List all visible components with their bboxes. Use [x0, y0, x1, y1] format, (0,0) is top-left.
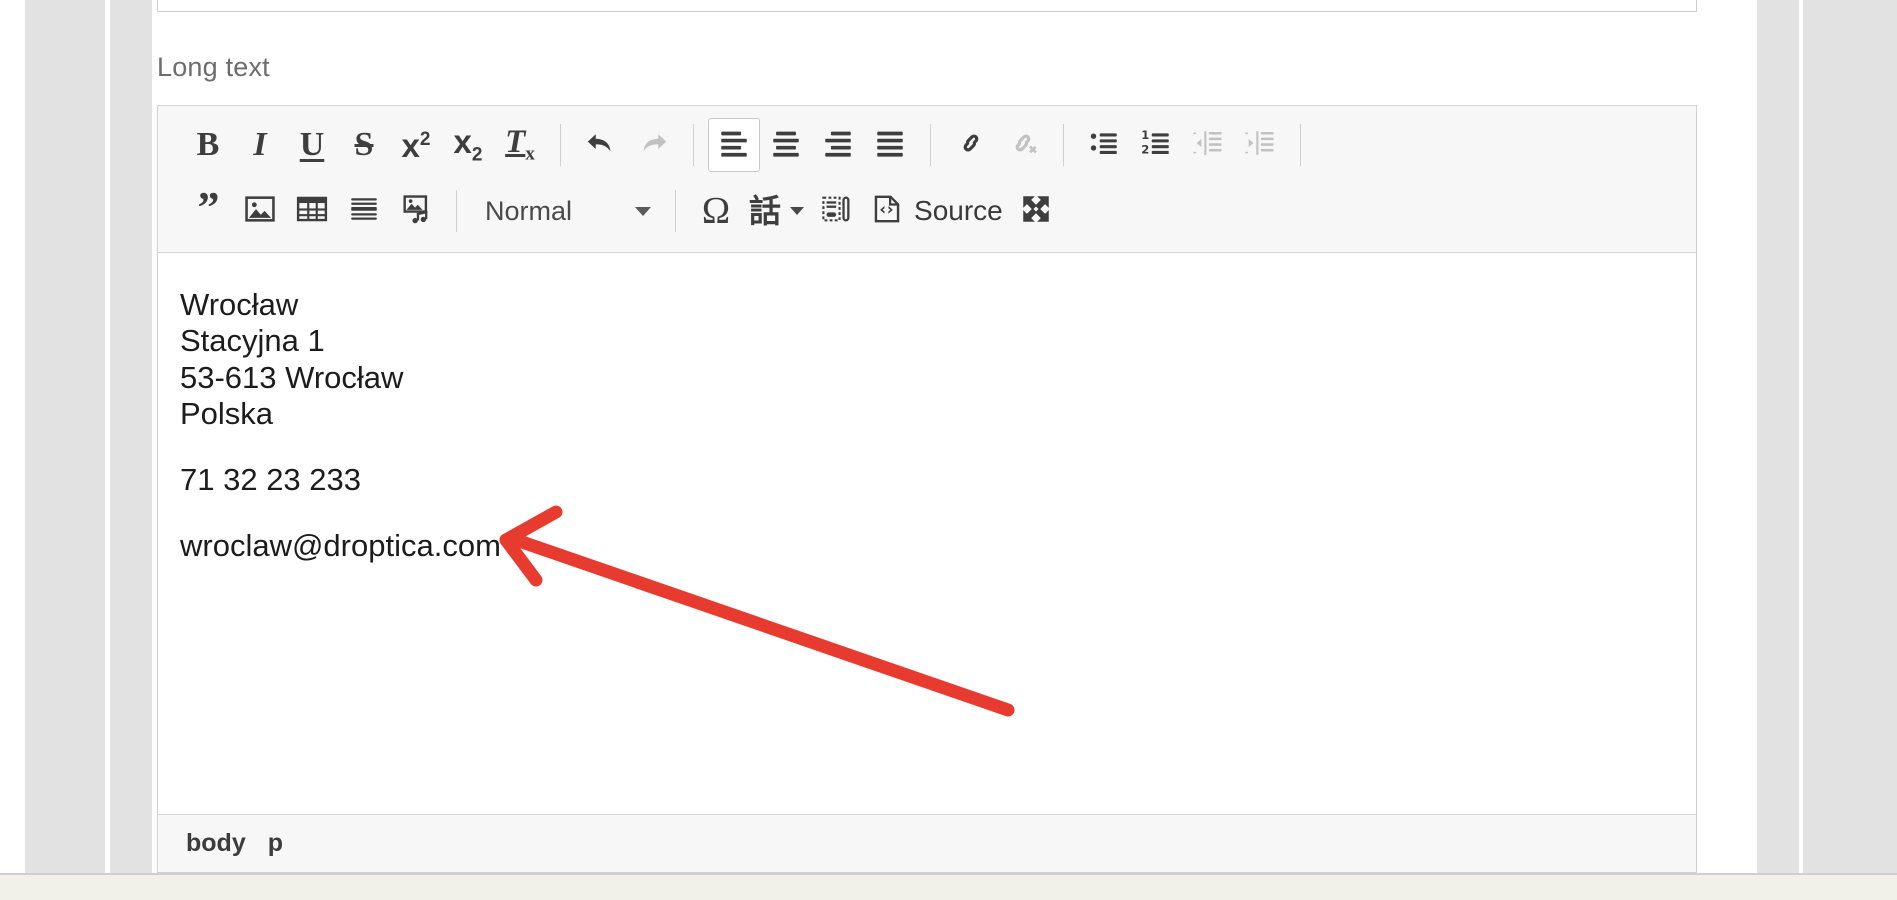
- left-gray-panel-inner: [110, 0, 152, 873]
- table-icon[interactable]: [286, 184, 338, 238]
- link-icon[interactable]: [945, 118, 997, 172]
- field-label-long-text: Long text: [157, 52, 270, 82]
- strike-glyph: S: [354, 126, 374, 163]
- maximize-glyph: [1019, 192, 1053, 231]
- templates-glyph: [820, 192, 854, 231]
- align-left-icon[interactable]: [708, 118, 760, 172]
- undo-glyph: [583, 125, 619, 166]
- editor-text-line: 71 32 23 233: [180, 462, 362, 498]
- format-select-value: Normal: [485, 195, 573, 226]
- editor-paragraph[interactable]: Wrocław Stacyjna 1 53-613 Wrocław Polska: [180, 287, 1696, 432]
- image-icon[interactable]: [234, 184, 286, 238]
- align-center-glyph: [769, 126, 803, 165]
- editor-text-line: Wrocław: [180, 287, 299, 322]
- special-character-icon[interactable]: Ω: [690, 184, 742, 238]
- indent-icon: [1234, 118, 1286, 172]
- editor-text-line: wroclaw@droptica.com: [180, 528, 501, 564]
- redo-glyph: [635, 125, 671, 166]
- italic-icon[interactable]: I: [234, 118, 286, 172]
- align-justify-icon[interactable]: [864, 118, 916, 172]
- source-label: Source: [914, 195, 1003, 226]
- svg-text:1: 1: [1141, 128, 1149, 142]
- maximize-icon[interactable]: [1010, 184, 1062, 238]
- blockquote-glyph: ”: [197, 182, 220, 232]
- media-embed-glyph: [399, 192, 433, 231]
- align-center-icon[interactable]: [760, 118, 812, 172]
- toolbar-separator: [1063, 124, 1064, 166]
- right-gray-panel-inner: [1757, 0, 1799, 873]
- toolbar-row-1[interactable]: B I U Sx2 x2 Tx 1 2: [164, 112, 1690, 178]
- bold-glyph: B: [196, 126, 220, 163]
- horizontal-rule-icon[interactable]: [338, 184, 390, 238]
- table-glyph: [295, 192, 329, 231]
- toolbar-separator: [693, 124, 694, 166]
- editor-text-line: Polska: [180, 395, 274, 431]
- numbered-list-glyph: 12: [1139, 126, 1173, 165]
- italic-glyph: I: [253, 126, 267, 163]
- ckeditor-editable-area[interactable]: Wrocław Stacyjna 1 53-613 Wrocław Polska 71 …: [158, 253, 1696, 749]
- superscript-icon[interactable]: x2: [390, 118, 442, 172]
- unlink-icon: [997, 118, 1049, 172]
- strikethrough-icon[interactable]: S: [338, 118, 390, 172]
- toolbar-separator: [456, 190, 457, 232]
- right-gray-panel-outer: [1803, 0, 1897, 873]
- unlink-glyph: [1006, 126, 1040, 165]
- toolbar-separator: [560, 124, 561, 166]
- editor-text-line: Stacyjna 1: [180, 323, 325, 359]
- align-left-glyph: [717, 126, 751, 165]
- undo-icon[interactable]: [575, 118, 627, 172]
- ckeditor-toolbar[interactable]: B I U Sx2 x2 Tx 1 2 ” Normal Ω 話 Source: [158, 106, 1696, 253]
- bold-icon[interactable]: B: [182, 118, 234, 172]
- remove-format-glyph: Tx: [505, 124, 535, 165]
- horizontal-rule-glyph: [347, 192, 381, 231]
- svg-text:2: 2: [1141, 142, 1149, 156]
- underline-glyph: U: [299, 126, 325, 163]
- paragraph-format-select[interactable]: Normal: [471, 187, 661, 235]
- chevron-down-icon: [790, 207, 805, 215]
- form-content-column: Long text B I U Sx2 x2 Tx 1 2 ” Normal Ω 話 Source W…: [152, 0, 1757, 873]
- chevron-down-icon: [635, 206, 651, 216]
- toolbar-row-2[interactable]: ” Normal Ω 話 Source: [164, 178, 1690, 244]
- subscript-icon[interactable]: x2: [442, 118, 494, 172]
- bulleted-list-glyph: [1087, 126, 1121, 165]
- templates-icon[interactable]: [811, 184, 863, 238]
- redo-icon: [627, 118, 679, 172]
- editor-paragraph[interactable]: wroclaw@droptica.com: [180, 528, 1696, 564]
- elements-path-body[interactable]: body: [186, 829, 246, 858]
- editor-paragraph[interactable]: 71 32 23 233: [180, 462, 1696, 498]
- image-glyph: [243, 192, 277, 231]
- source-glyph: [870, 192, 904, 231]
- align-right-glyph: [821, 126, 855, 165]
- align-justify-glyph: [873, 126, 907, 165]
- bottom-status-strip: [0, 873, 1897, 900]
- indent-glyph: [1243, 126, 1277, 165]
- media-embed-icon[interactable]: [390, 184, 442, 238]
- outdent-glyph: [1191, 126, 1225, 165]
- underline-icon[interactable]: U: [286, 118, 338, 172]
- ckeditor-elements-path[interactable]: body p: [158, 814, 1696, 872]
- toolbar-separator: [930, 124, 931, 166]
- left-gray-panel-outer: [25, 0, 105, 873]
- subscript-glyph: x2: [453, 123, 483, 166]
- link-glyph: [954, 126, 988, 165]
- elements-path-p[interactable]: p: [268, 829, 283, 858]
- toolbar-separator: [1300, 124, 1301, 166]
- language-glyph: 話: [749, 193, 782, 229]
- blockquote-icon[interactable]: ”: [182, 184, 234, 238]
- superscript-glyph: x2: [401, 126, 431, 164]
- previous-form-field[interactable]: [157, 0, 1697, 12]
- source-icon[interactable]: Source: [863, 184, 1010, 238]
- ckeditor-widget[interactable]: B I U Sx2 x2 Tx 1 2 ” Normal Ω 話 Source Wrocław Stac…: [157, 105, 1697, 873]
- editor-text-line: 53-613 Wrocław: [180, 359, 404, 395]
- numbered-list-icon[interactable]: 12: [1130, 118, 1182, 172]
- toolbar-separator: [675, 190, 676, 232]
- outdent-icon: [1182, 118, 1234, 172]
- bulleted-list-icon[interactable]: [1078, 118, 1130, 172]
- special-character-glyph: Ω: [701, 190, 731, 232]
- align-right-icon[interactable]: [812, 118, 864, 172]
- language-icon[interactable]: 話: [742, 184, 811, 238]
- remove-format-icon[interactable]: Tx: [494, 118, 546, 172]
